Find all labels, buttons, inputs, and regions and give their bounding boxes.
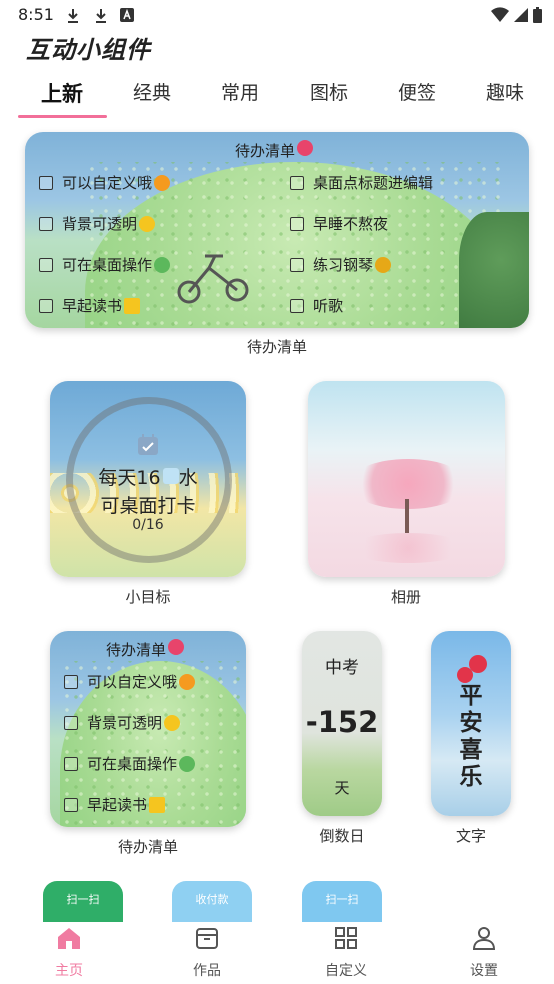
- widget-caption: 待办清单: [117, 838, 178, 856]
- todo-item[interactable]: 可在桌面操作: [64, 753, 196, 774]
- widget-caption: 文字: [455, 827, 486, 845]
- download-icon: [68, 9, 78, 23]
- goal-progress: 0/16: [132, 517, 164, 533]
- checkbox[interactable]: [290, 298, 304, 313]
- battery-icon: [533, 7, 542, 23]
- checkbox[interactable]: [39, 216, 53, 231]
- person-icon: [472, 927, 496, 950]
- nav-home[interactable]: 主页: [24, 924, 114, 980]
- tab-active-indicator: [18, 115, 107, 118]
- checkbox[interactable]: [39, 257, 53, 272]
- todo-item[interactable]: 背景可透明: [64, 712, 181, 733]
- grid-icon: [335, 927, 357, 949]
- widget-caption: 相册: [390, 588, 421, 606]
- checkbox[interactable]: [64, 715, 78, 730]
- goal-widget[interactable]: 每天16 水 可桌面打卡 0/16: [50, 381, 246, 577]
- countdown-widget[interactable]: 中考 -152 天: [302, 631, 382, 816]
- todo-item[interactable]: 可在桌面操作: [39, 254, 171, 275]
- orange-heart-icon: [179, 673, 196, 690]
- text-widget-content: 平安喜乐: [459, 683, 483, 790]
- nav-settings[interactable]: 设置: [439, 924, 529, 980]
- checkbox[interactable]: [64, 674, 78, 689]
- green-heart-icon: [179, 755, 196, 772]
- nav-works[interactable]: 作品: [162, 924, 252, 980]
- star-icon: [149, 796, 166, 813]
- checkbox[interactable]: [64, 797, 78, 812]
- checkbox[interactable]: [64, 756, 78, 771]
- countdown-label: 中考: [325, 658, 359, 678]
- todo-item[interactable]: 听歌: [290, 295, 343, 316]
- goal-line2: 可桌面打卡: [100, 495, 196, 517]
- countdown-unit: 天: [334, 779, 350, 797]
- tab-notes[interactable]: 便签: [398, 78, 436, 105]
- todo-item[interactable]: 背景可透明: [39, 213, 156, 234]
- todo-widget-small[interactable]: 待办清单 可以自定义哦 背景可透明 可在桌面操作 早起读书: [50, 631, 246, 827]
- scan-card[interactable]: 扫一扫: [302, 881, 382, 927]
- blossom-reflection: [348, 533, 468, 563]
- widget-caption: 待办清单: [246, 338, 307, 356]
- tab-icons[interactable]: 图标: [310, 78, 348, 105]
- orange-heart-icon: [154, 174, 171, 191]
- checkbox[interactable]: [290, 257, 304, 272]
- nav-custom[interactable]: 自定义: [301, 924, 391, 980]
- heart-icon: [457, 667, 473, 683]
- tab-new[interactable]: 上新: [41, 78, 83, 108]
- tab-common[interactable]: 常用: [221, 78, 259, 105]
- tab-classic[interactable]: 经典: [133, 78, 171, 105]
- yellow-heart-icon: [164, 714, 181, 731]
- todo-item[interactable]: 早睡不熬夜: [290, 213, 388, 234]
- scan-card[interactable]: 扫一扫: [43, 881, 123, 927]
- bottle-icon: [162, 468, 179, 484]
- status-indicators: [491, 6, 542, 24]
- tulip-icon: [168, 639, 185, 655]
- album-widget[interactable]: [308, 381, 505, 577]
- todo-widget-large[interactable]: 待办清单 可以自定义哦 背景可透明 可在桌面操作 早起读书 桌面点标题进编辑 早…: [25, 132, 529, 328]
- widget-title[interactable]: 待办清单: [235, 140, 314, 161]
- green-heart-icon: [154, 256, 171, 273]
- box-icon: [196, 928, 218, 949]
- todo-item[interactable]: 桌面点标题进编辑: [290, 172, 433, 193]
- tree-scenery: [459, 212, 529, 328]
- goal-line1: 每天16 水: [98, 467, 198, 489]
- calendar-check-icon: [138, 434, 158, 455]
- todo-item[interactable]: 可以自定义哦: [64, 671, 196, 692]
- widget-title[interactable]: 待办清单: [106, 639, 185, 660]
- yellow-heart-icon: [139, 215, 156, 232]
- download-icon: [96, 9, 106, 23]
- signal-icon: [514, 8, 528, 22]
- text-widget[interactable]: 平安喜乐: [431, 631, 511, 816]
- checkbox[interactable]: [290, 216, 304, 231]
- widget-caption: 倒数日: [319, 827, 365, 845]
- status-bar: 8:51: [0, 0, 554, 30]
- home-icon: [58, 928, 80, 949]
- countdown-value: -152: [305, 705, 379, 739]
- todo-item[interactable]: 早起读书: [39, 295, 141, 316]
- todo-item[interactable]: 可以自定义哦: [39, 172, 171, 193]
- checkbox[interactable]: [290, 175, 304, 190]
- payment-card[interactable]: 收付款: [172, 881, 252, 927]
- todo-item[interactable]: 早起读书: [64, 794, 166, 815]
- checkbox[interactable]: [39, 298, 53, 313]
- tree-trunk: [405, 499, 409, 533]
- widget-caption: 小目标: [125, 588, 171, 606]
- wifi-icon: [491, 7, 509, 23]
- star-icon: [124, 297, 141, 314]
- tab-fun[interactable]: 趣味: [486, 78, 524, 105]
- bicycle-icon: [177, 254, 249, 304]
- status-time: 8:51: [18, 5, 54, 24]
- keyboard-a-icon: [120, 8, 134, 22]
- tulip-icon: [297, 140, 314, 156]
- checkbox[interactable]: [39, 175, 53, 190]
- app-title: 互动小组件: [26, 36, 151, 64]
- category-tabs: 上新 经典 常用 图标 便签 趣味: [0, 74, 554, 120]
- todo-item[interactable]: 练习钢琴: [290, 254, 392, 275]
- bee-icon: [375, 256, 392, 273]
- bottom-nav: 主页 作品 自定义 设置: [0, 922, 554, 984]
